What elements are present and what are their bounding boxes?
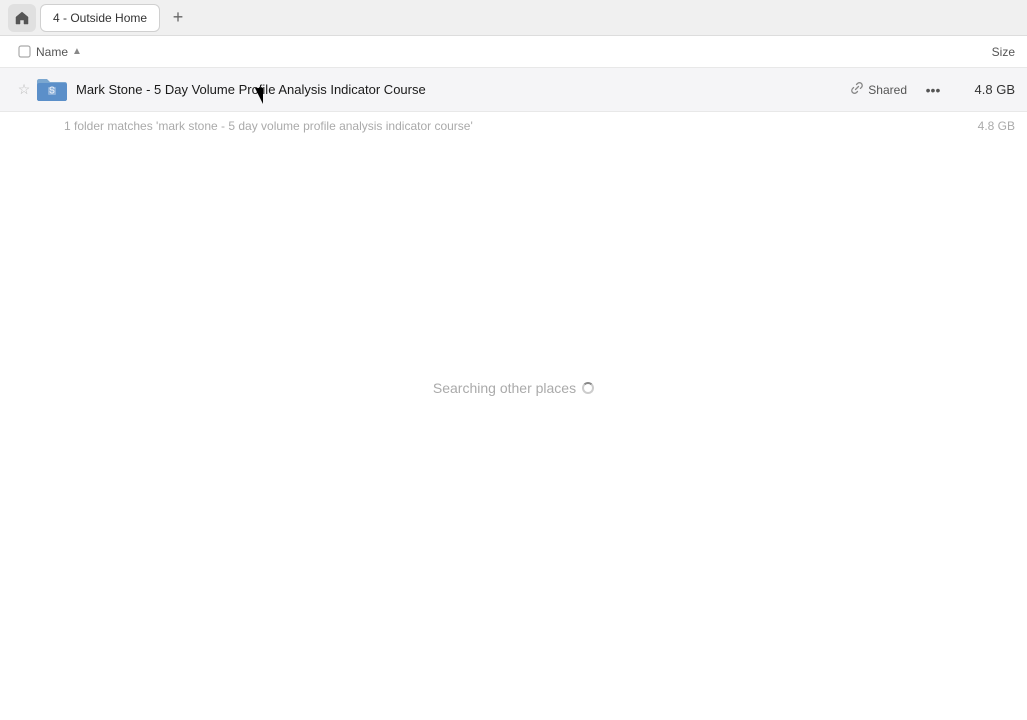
loading-spinner <box>582 382 594 394</box>
add-tab-button[interactable]: + <box>164 4 192 32</box>
searching-container: Searching other places <box>0 380 1027 396</box>
summary-text: 1 folder matches 'mark stone - 5 day vol… <box>64 119 955 133</box>
star-icon: ☆ <box>18 81 31 98</box>
ellipsis-icon: ••• <box>926 82 941 98</box>
more-options-button[interactable]: ••• <box>919 76 947 104</box>
searching-text: Searching other places <box>433 380 594 396</box>
column-header: Name ▲ Size <box>0 36 1027 68</box>
table-row[interactable]: ☆ Mark Stone - 5 Day Volume Profile Anal… <box>0 68 1027 112</box>
size-column-header: Size <box>935 45 1015 59</box>
tab-label: 4 - Outside Home <box>53 11 147 25</box>
shared-label: Shared <box>868 83 907 97</box>
select-all-checkbox[interactable] <box>12 45 36 58</box>
summary-row: 1 folder matches 'mark stone - 5 day vol… <box>0 112 1027 140</box>
add-icon: + <box>173 7 184 28</box>
folder-icon <box>36 74 68 106</box>
name-column-header[interactable]: Name ▲ <box>36 45 935 59</box>
sort-arrow-icon: ▲ <box>72 46 82 57</box>
tab-outside-home[interactable]: 4 - Outside Home <box>40 4 160 32</box>
tab-bar: 4 - Outside Home + <box>0 0 1027 36</box>
link-icon <box>850 81 864 98</box>
shared-badge: Shared <box>850 81 907 98</box>
home-button[interactable] <box>8 4 36 32</box>
summary-size: 4.8 GB <box>955 119 1015 133</box>
file-name: Mark Stone - 5 Day Volume Profile Analys… <box>76 82 850 97</box>
file-size: 4.8 GB <box>955 82 1015 97</box>
star-button[interactable]: ☆ <box>12 81 36 98</box>
